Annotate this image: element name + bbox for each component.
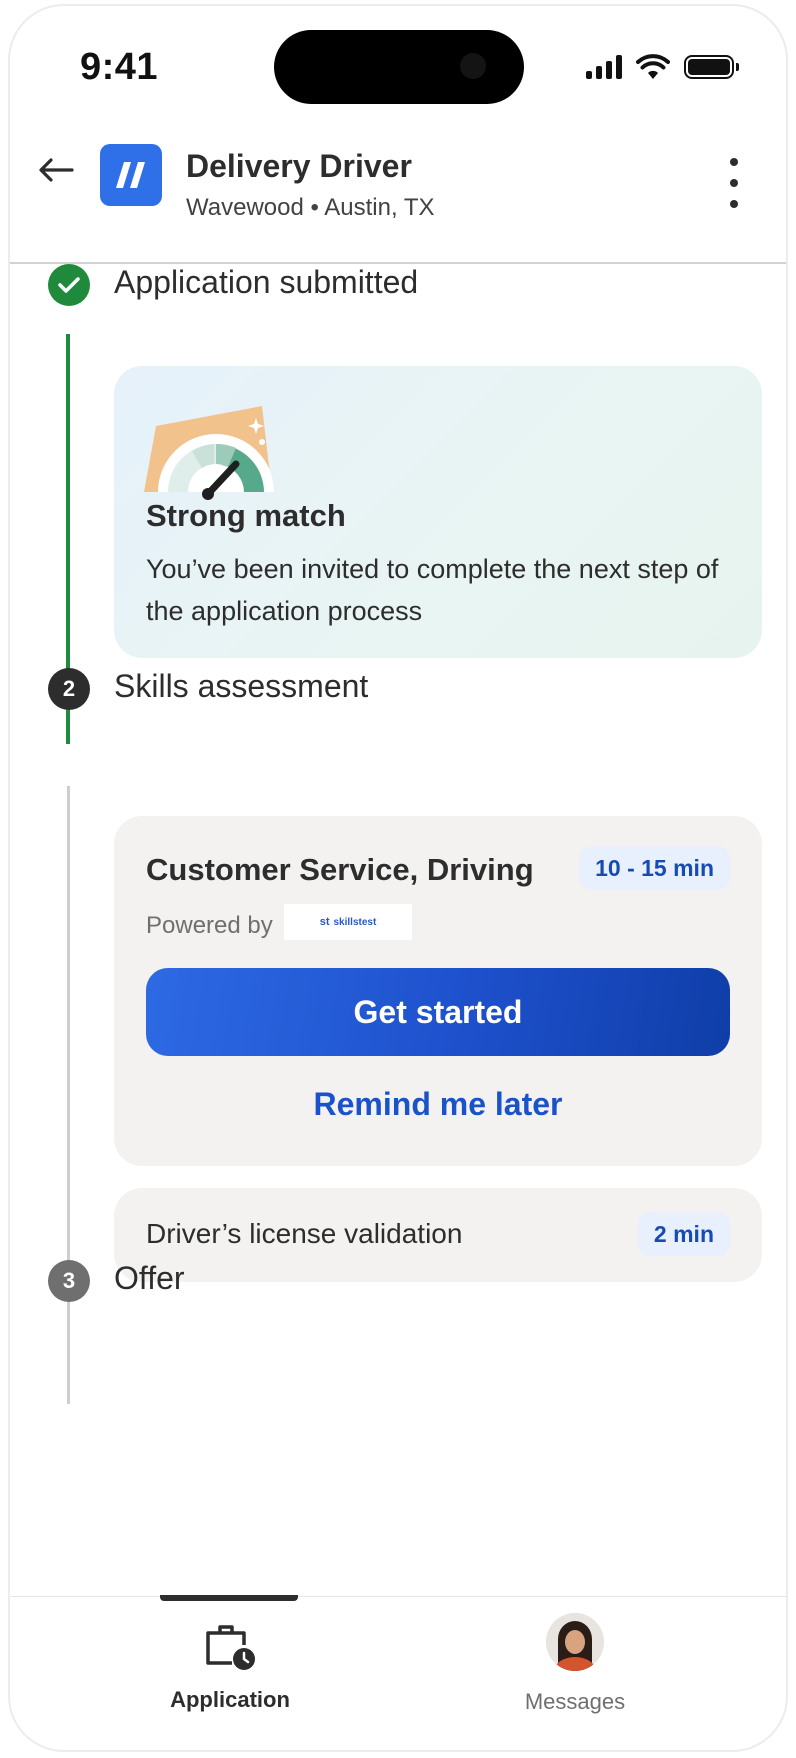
active-tab-indicator bbox=[160, 1595, 298, 1601]
license-validation-title: Driver’s license validation bbox=[146, 1218, 463, 1249]
phone-frame: 9:41 Delivery Driver Wavewood • Austin, … bbox=[8, 4, 788, 1752]
assessment-title: Customer Service, Driving bbox=[146, 852, 534, 887]
skills-assessment-card: Customer Service, Driving 10 - 15 min Po… bbox=[114, 816, 762, 1166]
job-header: Delivery Driver Wavewood • Austin, TX bbox=[10, 128, 786, 264]
company-logo bbox=[100, 144, 162, 206]
battery-icon bbox=[684, 55, 739, 79]
tab-messages-label: Messages bbox=[524, 1689, 626, 1714]
wavewood-logo-icon bbox=[116, 162, 145, 188]
license-validation-card[interactable]: Driver’s license validation 2 min bbox=[114, 1188, 762, 1282]
match-title: Strong match bbox=[146, 498, 346, 533]
step-number-badge-upcoming: 3 bbox=[48, 1260, 90, 1302]
step-label-offer: Offer bbox=[114, 1260, 185, 1296]
briefcase-clock-icon bbox=[206, 1625, 255, 1670]
bottom-navigation: Application Messages bbox=[10, 1595, 786, 1750]
match-gauge-illustration bbox=[144, 406, 274, 500]
license-duration-badge: 2 min bbox=[637, 1212, 730, 1256]
checkmark-icon bbox=[58, 277, 80, 293]
more-options-button[interactable] bbox=[722, 158, 746, 208]
status-time: 9:41 bbox=[80, 46, 159, 88]
step-complete-indicator bbox=[48, 264, 90, 306]
tab-messages[interactable]: Messages bbox=[490, 1613, 660, 1727]
status-icons bbox=[586, 54, 739, 80]
back-button[interactable] bbox=[32, 150, 80, 190]
tab-application-label: Application bbox=[170, 1687, 290, 1712]
separator-dot: • bbox=[310, 194, 319, 221]
match-description: You’ve been invited to complete the next… bbox=[146, 554, 719, 626]
camera-lens bbox=[460, 53, 486, 79]
provider-logo-text: skillstest bbox=[333, 916, 377, 928]
cellular-signal-icon bbox=[586, 55, 622, 79]
job-title: Delivery Driver bbox=[186, 148, 412, 184]
get-started-button[interactable]: Get started bbox=[146, 968, 730, 1056]
arrow-left-icon bbox=[39, 158, 74, 182]
company-name: Wavewood bbox=[186, 194, 304, 221]
step-number-badge: 2 bbox=[48, 668, 90, 710]
job-subtitle: Wavewood • Austin, TX bbox=[186, 194, 435, 222]
timeline-rail-upcoming bbox=[67, 786, 70, 1404]
powered-by-label: Powered by bbox=[146, 912, 273, 939]
tab-application[interactable]: Application bbox=[150, 1617, 310, 1727]
more-vert-icon bbox=[730, 158, 738, 166]
job-location: Austin, TX bbox=[324, 194, 435, 221]
skillstest-logo: st skillstest bbox=[284, 904, 412, 940]
duration-badge: 10 - 15 min bbox=[579, 846, 730, 890]
strong-match-card: Strong match You’ve been invited to comp… bbox=[114, 366, 762, 658]
recruiter-avatar bbox=[546, 1613, 604, 1671]
wifi-icon bbox=[636, 54, 670, 79]
step-label-application-submitted: Application submitted bbox=[114, 264, 419, 300]
dynamic-island bbox=[274, 30, 524, 104]
remind-me-later-button[interactable]: Remind me later bbox=[146, 1076, 730, 1132]
step-label-skills-assessment: Skills assessment bbox=[114, 668, 369, 704]
